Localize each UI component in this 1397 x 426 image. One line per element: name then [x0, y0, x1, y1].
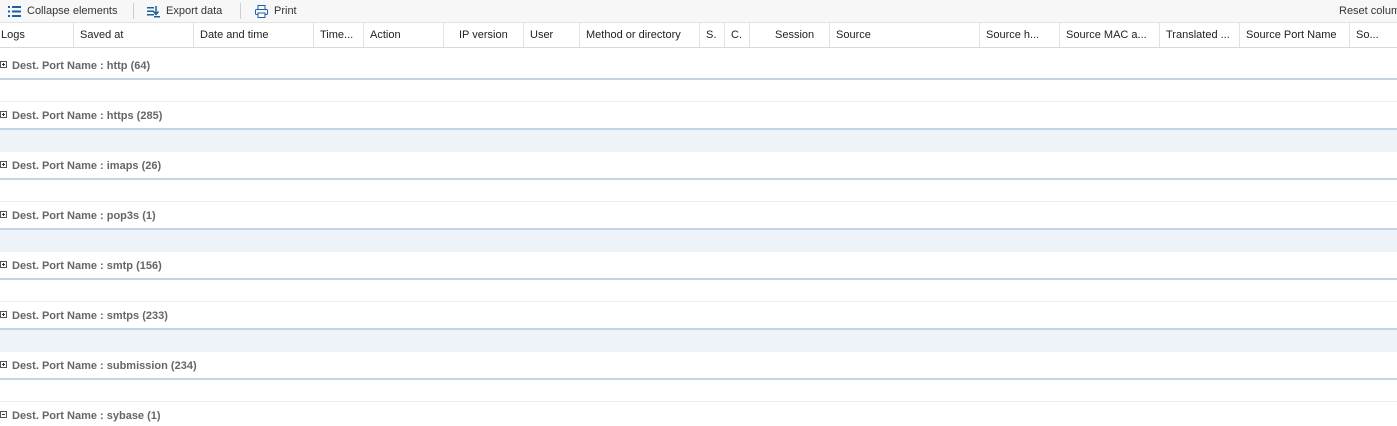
expand-icon[interactable] [0, 361, 7, 368]
column-header-ip-version[interactable]: IP version [444, 23, 524, 47]
export-icon [147, 5, 160, 17]
column-header-source[interactable]: Source [830, 23, 980, 47]
list-collapse-icon [8, 5, 21, 17]
export-data-label: Export data [166, 5, 223, 17]
group-row: Dest. Port Name : sybase (1) [0, 402, 1397, 426]
collapse-icon[interactable] [0, 411, 7, 418]
expand-icon[interactable] [0, 61, 7, 68]
group-spacer [0, 330, 1397, 352]
group-header[interactable]: Dest. Port Name : http (64) [0, 52, 1397, 80]
column-header-session[interactable]: Session [750, 23, 830, 47]
group-row: Dest. Port Name : submission (234) [0, 352, 1397, 402]
group-row: Dest. Port Name : smtp (156) [0, 252, 1397, 302]
group-label: Dest. Port Name : imaps (26) [12, 160, 162, 172]
column-header-date-and-time[interactable]: Date and time [194, 23, 314, 47]
collapse-elements-button[interactable]: Collapse elements [8, 0, 118, 22]
group-label: Dest. Port Name : smtps (233) [12, 310, 168, 322]
collapse-elements-label: Collapse elements [27, 5, 118, 17]
group-header[interactable]: Dest. Port Name : pop3s (1) [0, 202, 1397, 230]
expand-icon[interactable] [0, 311, 7, 318]
group-label: Dest. Port Name : https (285) [12, 110, 163, 122]
group-row: Dest. Port Name : http (64) [0, 52, 1397, 102]
group-spacer [0, 230, 1397, 252]
column-header-saved-at[interactable]: Saved at [74, 23, 194, 47]
expand-icon[interactable] [0, 111, 7, 118]
toolbar: Collapse elements Export data Print Rese… [0, 0, 1397, 23]
group-row: Dest. Port Name : https (285) [0, 102, 1397, 152]
log-viewer: Collapse elements Export data Print Rese… [0, 0, 1397, 426]
toolbar-divider [240, 3, 241, 19]
column-header-action[interactable]: Action [364, 23, 444, 47]
column-header-source-port-name[interactable]: Source Port Name [1240, 23, 1350, 47]
column-header-source-host[interactable]: Source h... [980, 23, 1060, 47]
group-label: Dest. Port Name : sybase (1) [12, 410, 161, 422]
group-label: Dest. Port Name : pop3s (1) [12, 210, 156, 222]
toolbar-divider [133, 3, 134, 19]
column-header-c[interactable]: C. [725, 23, 750, 47]
column-header-source-mac[interactable]: Source MAC a... [1060, 23, 1160, 47]
group-header[interactable]: Dest. Port Name : sybase (1) [0, 402, 1397, 426]
group-spacer [0, 80, 1397, 102]
group-spacer [0, 180, 1397, 202]
expand-icon[interactable] [0, 211, 7, 218]
group-header[interactable]: Dest. Port Name : submission (234) [0, 352, 1397, 380]
group-header[interactable]: Dest. Port Name : smtps (233) [0, 302, 1397, 330]
group-header[interactable]: Dest. Port Name : imaps (26) [0, 152, 1397, 180]
group-spacer [0, 380, 1397, 402]
column-header-row: Logs Saved at Date and time Time... Acti… [0, 23, 1397, 48]
column-header-logs[interactable]: Logs [0, 23, 74, 47]
group-row: Dest. Port Name : smtps (233) [0, 302, 1397, 352]
group-label: Dest. Port Name : submission (234) [12, 360, 197, 372]
print-label: Print [274, 5, 297, 17]
column-header-method-or-directory[interactable]: Method or directory [580, 23, 700, 47]
group-row: Dest. Port Name : imaps (26) [0, 152, 1397, 202]
column-header-s[interactable]: S. [700, 23, 725, 47]
reset-columns-button[interactable]: Reset columns [1339, 0, 1397, 22]
group-spacer [0, 130, 1397, 152]
column-header-source-more[interactable]: So... [1350, 23, 1397, 47]
column-header-user[interactable]: User [524, 23, 580, 47]
group-header[interactable]: Dest. Port Name : smtp (156) [0, 252, 1397, 280]
group-row: Dest. Port Name : pop3s (1) [0, 202, 1397, 252]
group-header[interactable]: Dest. Port Name : https (285) [0, 102, 1397, 130]
printer-icon [255, 4, 268, 18]
expand-icon[interactable] [0, 261, 7, 268]
group-spacer [0, 280, 1397, 302]
print-button[interactable]: Print [255, 0, 297, 22]
export-data-button[interactable]: Export data [147, 0, 222, 22]
group-label: Dest. Port Name : http (64) [12, 60, 151, 72]
group-label: Dest. Port Name : smtp (156) [12, 260, 162, 272]
column-header-translated[interactable]: Translated ... [1160, 23, 1240, 47]
expand-icon[interactable] [0, 161, 7, 168]
column-header-time[interactable]: Time... [314, 23, 364, 47]
